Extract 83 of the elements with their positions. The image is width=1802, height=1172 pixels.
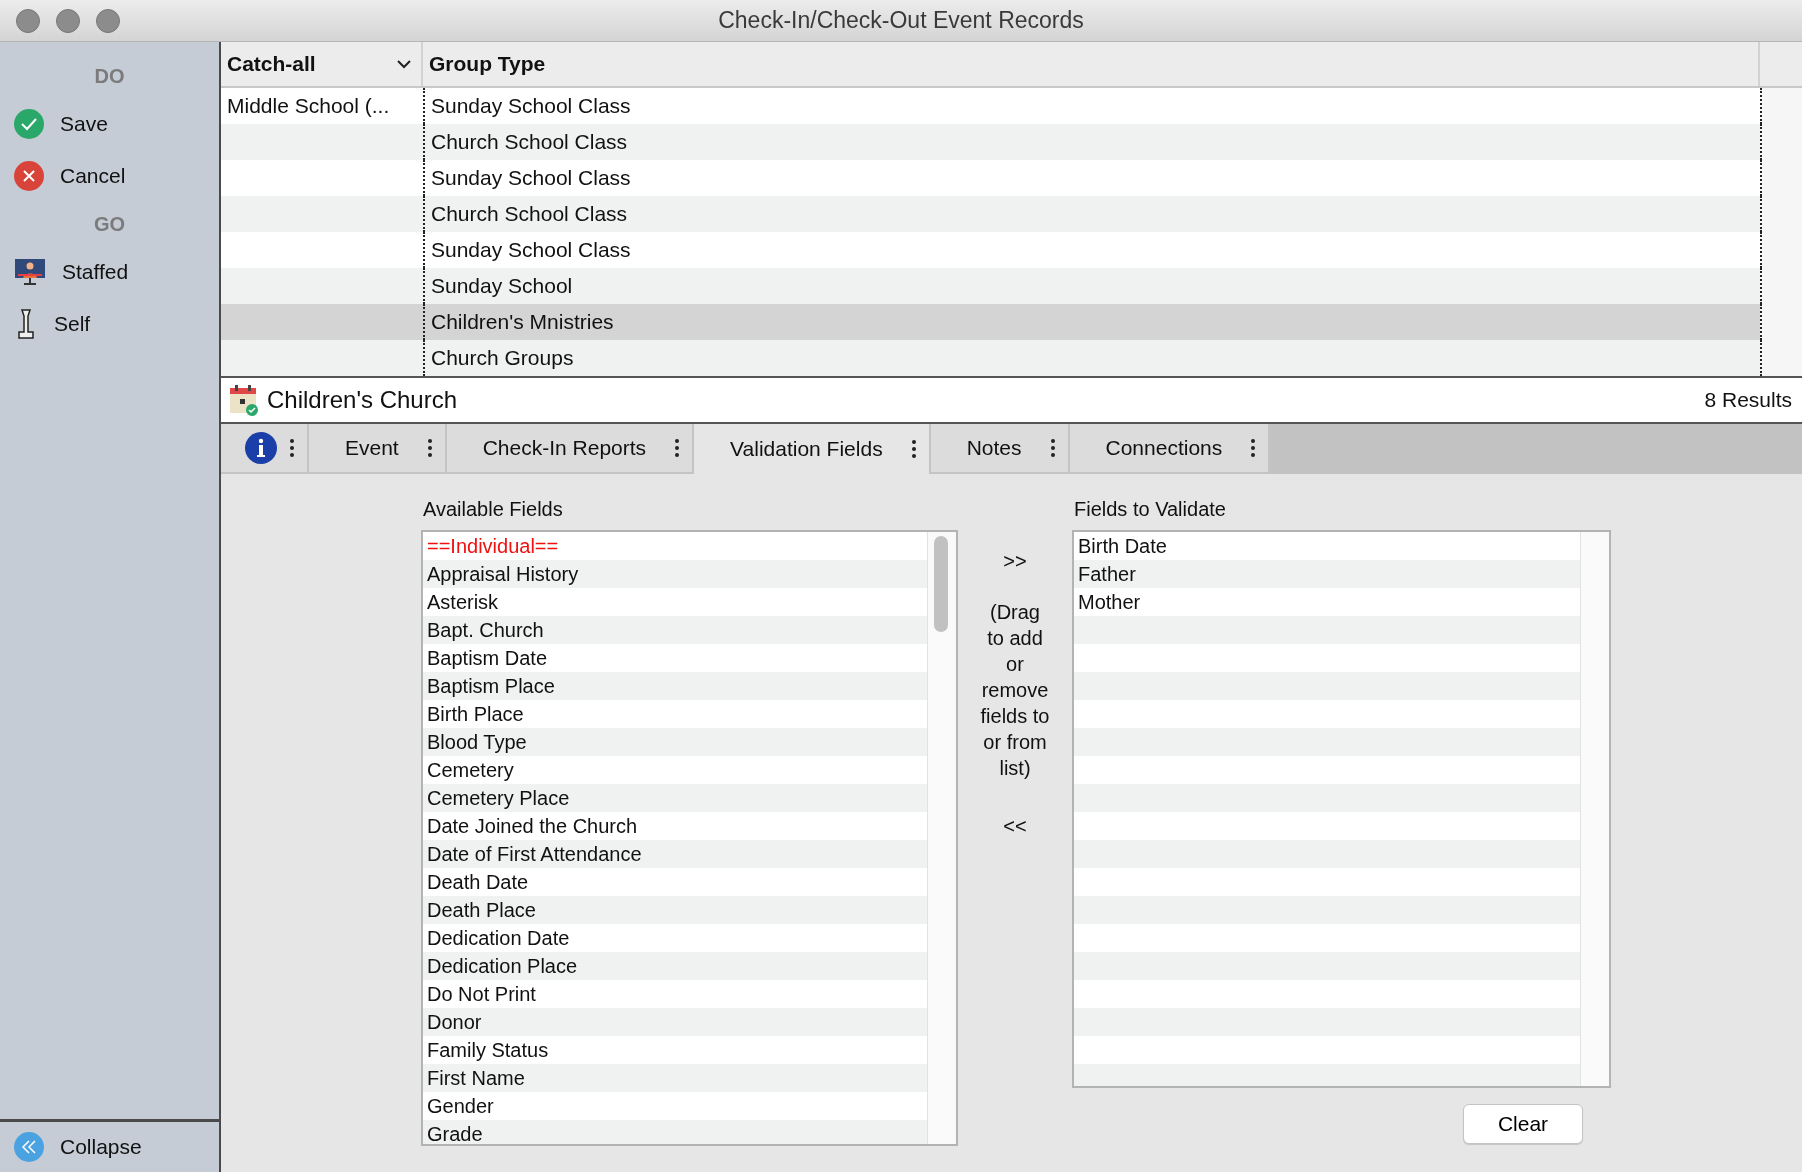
- list-label: Fields to Validate: [1073, 498, 1227, 522]
- list-item[interactable]: Death Date: [427, 870, 529, 894]
- list-item[interactable]: Birth Date: [1078, 534, 1167, 558]
- table-row[interactable]: Church Groups: [221, 340, 1802, 376]
- minimize-window-button[interactable]: [56, 8, 80, 33]
- list-item[interactable]: Birth Place: [427, 702, 524, 726]
- list-item[interactable]: Dedication Date: [427, 926, 570, 950]
- list-item[interactable]: Bapt. Church: [427, 618, 544, 642]
- list-item[interactable]: Cemetery: [427, 758, 514, 782]
- list-item[interactable]: Baptism Date: [427, 646, 548, 670]
- scrollbar-thumb[interactable]: [934, 536, 948, 632]
- clear-button[interactable]: Clear: [1463, 1104, 1583, 1144]
- list-item[interactable]: Grade: [427, 1122, 483, 1144]
- table-cell: Sunday School Class: [431, 238, 631, 262]
- tab[interactable]: Connections: [1069, 424, 1271, 474]
- table-cell: Church Groups: [431, 346, 574, 370]
- list-item[interactable]: Family Status: [427, 1038, 549, 1062]
- list-item[interactable]: Donor: [427, 1010, 482, 1034]
- more-icon[interactable]: [910, 439, 917, 459]
- add-button[interactable]: >>: [1003, 550, 1027, 573]
- section-heading: GO: [92, 212, 127, 237]
- sidebar-item[interactable]: Save: [0, 98, 219, 150]
- more-icon[interactable]: [289, 438, 295, 458]
- info-icon: [245, 432, 277, 464]
- zoom-window-button[interactable]: [96, 8, 120, 33]
- record-title: Children's Church: [267, 386, 458, 414]
- list-item[interactable]: Death Place: [427, 898, 536, 922]
- table-cell: Sunday School Class: [431, 166, 631, 190]
- list-item[interactable]: Gender: [427, 1094, 494, 1118]
- remove-button[interactable]: <<: [1003, 815, 1027, 838]
- table-cell: Church School Class: [431, 130, 628, 154]
- column-header[interactable]: Group Type: [423, 42, 1760, 86]
- monitor-icon: [14, 258, 46, 286]
- table-cell: Church School Class: [431, 202, 628, 226]
- drag-hint: (Drag to add or remove fields to or from list): [979, 600, 1051, 781]
- list-item[interactable]: Date Joined the Church: [427, 814, 638, 838]
- list-item[interactable]: Cemetery Place: [427, 786, 570, 810]
- table-cell: Children's Mnistries: [431, 310, 614, 334]
- section-heading: DO: [93, 64, 126, 89]
- group-heading[interactable]: ==Individual==: [427, 534, 559, 558]
- table-row[interactable]: Sunday School Class: [221, 160, 1802, 196]
- collapse-button[interactable]: Collapse: [0, 1119, 219, 1172]
- more-icon[interactable]: [426, 438, 433, 458]
- tab[interactable]: Notes: [930, 424, 1070, 474]
- table-cell: Sunday School Class: [431, 94, 631, 118]
- tab[interactable]: Check-In Reports: [446, 424, 695, 474]
- table-row[interactable]: Middle School (... Sunday School Class: [221, 88, 1802, 124]
- sidebar-item[interactable]: Staffed: [0, 246, 219, 298]
- list-label: Available Fields: [422, 498, 564, 522]
- list-item[interactable]: Baptism Place: [427, 674, 555, 698]
- table-cell: Middle School (...: [227, 94, 390, 118]
- list-item[interactable]: Blood Type: [427, 730, 527, 754]
- close-window-button[interactable]: [16, 8, 40, 33]
- more-icon[interactable]: [1049, 438, 1056, 458]
- window-title: Check-In/Check-Out Event Records: [717, 7, 1085, 34]
- double-chevron-left-icon: [14, 1132, 44, 1162]
- list-item[interactable]: Asterisk: [427, 590, 499, 614]
- column-header[interactable]: Catch-all: [221, 42, 423, 86]
- more-icon[interactable]: [1250, 438, 1257, 458]
- list-item[interactable]: Dedication Place: [427, 954, 578, 978]
- sidebar-item[interactable]: Self: [0, 298, 219, 350]
- list-item[interactable]: First Name: [427, 1066, 525, 1090]
- tab[interactable]: Event: [309, 424, 447, 474]
- info-tab[interactable]: [221, 424, 309, 474]
- sidebar-item[interactable]: Cancel: [0, 150, 219, 202]
- list-item[interactable]: Appraisal History: [427, 562, 579, 586]
- tab[interactable]: Validation Fields: [694, 424, 931, 474]
- list-item[interactable]: Father: [1078, 562, 1136, 586]
- table-row[interactable]: Church School Class: [221, 196, 1802, 232]
- table-row[interactable]: Church School Class: [221, 124, 1802, 160]
- table-row[interactable]: Sunday School: [221, 268, 1802, 304]
- close-icon: [14, 161, 44, 191]
- list-item[interactable]: Do Not Print: [427, 982, 536, 1006]
- table-cell: Sunday School: [431, 274, 573, 298]
- list-item[interactable]: Date of First Attendance: [427, 842, 642, 866]
- table-row[interactable]: Children's Mnistries: [221, 304, 1802, 340]
- calendar-icon: [229, 384, 259, 416]
- chevron-down-icon[interactable]: [397, 59, 411, 69]
- results-count: 8 Results: [1704, 388, 1792, 412]
- more-icon[interactable]: [674, 438, 681, 458]
- list-item[interactable]: Mother: [1078, 590, 1141, 614]
- checkmark-icon: [14, 109, 44, 139]
- table-row[interactable]: Sunday School Class: [221, 232, 1802, 268]
